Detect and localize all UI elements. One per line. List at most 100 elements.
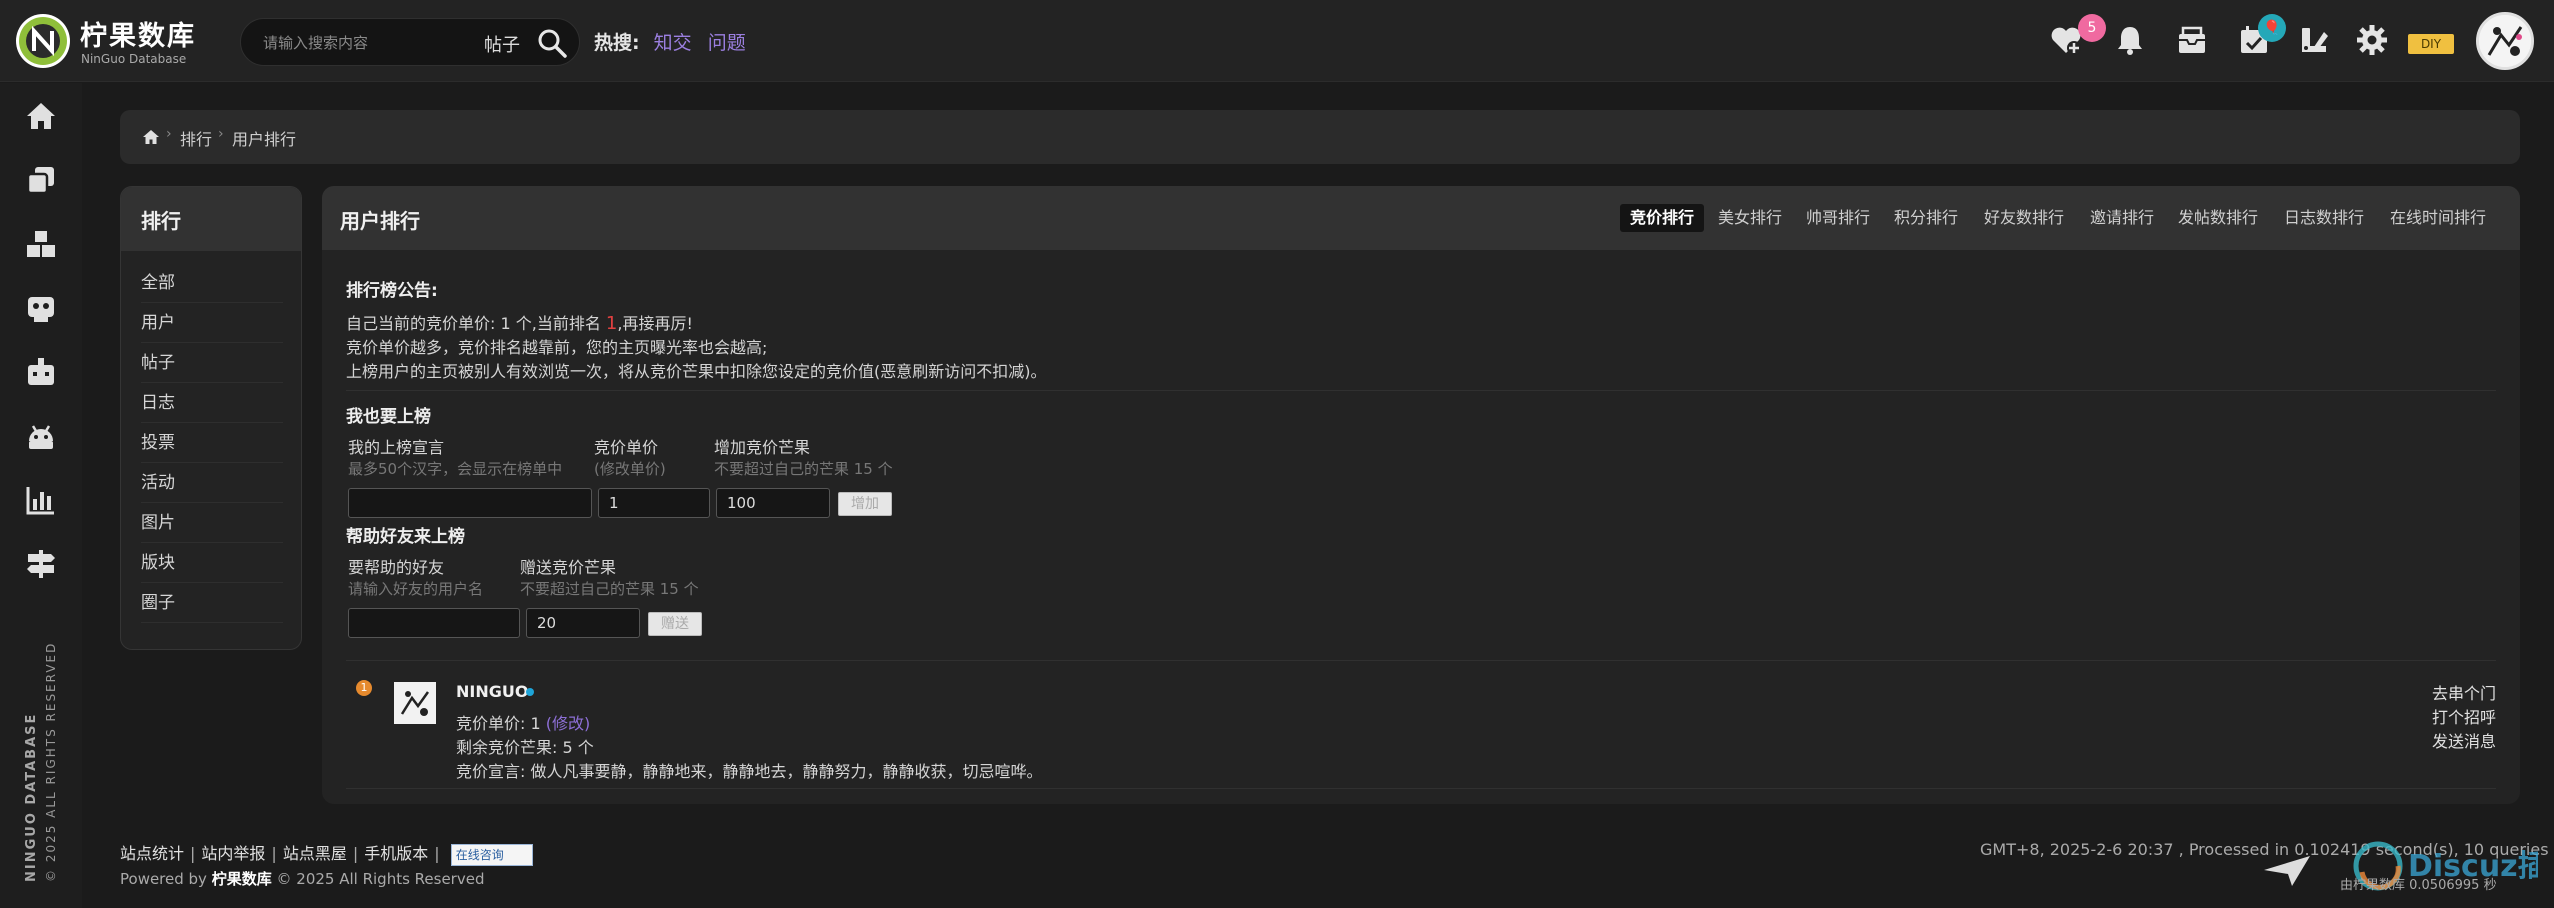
tab-blog-ranking[interactable]: 日志数排行: [2274, 204, 2374, 232]
gear-icon[interactable]: [2354, 22, 2390, 58]
tab-friends-ranking[interactable]: 好友数排行: [1974, 204, 2074, 232]
footer-links: 站点统计 | 站内举报 | 站点黑屋 | 手机版本 | 在线咨询: [120, 840, 533, 866]
category-item-activity[interactable]: 活动: [141, 463, 283, 503]
gift-button[interactable]: 赠送: [648, 612, 702, 636]
category-item-all[interactable]: 全部: [141, 263, 283, 303]
tab-bid-ranking[interactable]: 竞价排行: [1620, 204, 1705, 232]
notice-line-rank: 自己当前的竞价单价: 1 个,当前排名 1,再接再厉!: [346, 310, 693, 334]
visit-button[interactable]: 去串个门: [2432, 680, 2496, 704]
robot-face-icon[interactable]: [24, 291, 58, 325]
category-item-blog[interactable]: 日志: [141, 383, 283, 423]
gift-hint: 不要超过自己的芒果 15 个: [520, 580, 699, 598]
tab-beauty-ranking[interactable]: 美女排行: [1708, 204, 1792, 232]
hot-search-link[interactable]: 知交: [654, 32, 692, 54]
top-bar: 柠果数库 NinGuo Database 帖子 热搜: 知交 问题 5 🎈: [0, 0, 2554, 82]
diy-button[interactable]: DIY: [2408, 34, 2454, 54]
divider: [346, 788, 2496, 789]
footer-link-report[interactable]: 站内举报: [201, 844, 265, 863]
tab-handsome-ranking[interactable]: 帅哥排行: [1796, 204, 1880, 232]
friend-username-input[interactable]: [348, 608, 520, 638]
breadcrumb: › 排行 › 用户排行: [120, 110, 2520, 164]
bar-chart-icon[interactable]: [24, 483, 58, 517]
sidebar: [0, 83, 82, 908]
category-item-picture[interactable]: 图片: [141, 503, 283, 543]
divider: [346, 390, 2496, 391]
friend-label: 要帮助的好友: [348, 558, 445, 577]
panel-title: 排行: [121, 187, 301, 251]
category-item-poll[interactable]: 投票: [141, 423, 283, 463]
user-avatar[interactable]: [394, 682, 436, 724]
price-label: 竞价单价: [594, 438, 659, 457]
breadcrumb-item[interactable]: 用户排行: [232, 126, 296, 150]
vertical-brand: NINGUO DATABASE: [24, 712, 39, 882]
boxes-icon[interactable]: [24, 227, 58, 261]
price-input[interactable]: [598, 488, 710, 518]
breadcrumb-separator: ›: [166, 126, 172, 142]
powered-brand[interactable]: 柠果数库: [212, 870, 272, 888]
declaration-input[interactable]: [348, 488, 592, 518]
category-item-thread[interactable]: 帖子: [141, 343, 283, 383]
footer-link-blackroom[interactable]: 站点黑屋: [283, 844, 347, 863]
hot-search-link[interactable]: 问题: [708, 32, 746, 54]
tab-online-time-ranking[interactable]: 在线时间排行: [2380, 204, 2496, 232]
divider: [346, 660, 2496, 661]
join-title: 我也要上榜: [346, 407, 431, 427]
event-badge: 🎈: [2258, 14, 2286, 42]
android-icon[interactable]: [24, 419, 58, 453]
user-declaration: 竞价宣言: 做人凡事要静，静静地来，静静地去，静静努力，静静收获，切忌喧哗。: [456, 762, 1043, 781]
user-bid-price: 竞价单价: 1 (修改): [456, 710, 590, 734]
brand-subtitle: NinGuo Database: [81, 52, 187, 66]
friend-hint: 请输入好友的用户名: [348, 580, 484, 598]
price-hint: (修改单价): [594, 460, 666, 478]
search-bar: 帖子: [240, 18, 580, 66]
search-input[interactable]: [263, 31, 463, 55]
tab-post-ranking[interactable]: 发帖数排行: [2168, 204, 2268, 232]
vertical-copyright: © 2025 ALL RIGHTS RESERVED: [44, 641, 58, 882]
gift-mango-input[interactable]: [526, 608, 640, 638]
hot-search: 热搜: 知交 问题: [594, 28, 756, 55]
signpost-icon[interactable]: [24, 547, 58, 581]
search-type-select[interactable]: 帖子: [484, 31, 520, 57]
add-mango-input[interactable]: [716, 488, 830, 518]
category-item-user[interactable]: 用户: [141, 303, 283, 343]
home-icon[interactable]: [24, 99, 58, 133]
breadcrumb-separator: ›: [218, 126, 224, 142]
logo-icon[interactable]: [14, 12, 72, 70]
tab-credit-ranking[interactable]: 积分排行: [1884, 204, 1968, 232]
breadcrumb-item[interactable]: 排行: [180, 126, 212, 150]
category-item-forum[interactable]: 版块: [141, 543, 283, 583]
footer-link-mobile[interactable]: 手机版本: [364, 844, 428, 863]
rank-badge: 1: [356, 680, 372, 696]
hot-search-label: 热搜:: [594, 32, 640, 54]
home-icon[interactable]: [142, 128, 160, 146]
brand-name[interactable]: 柠果数库: [80, 14, 196, 53]
mailbox-icon[interactable]: [2174, 22, 2210, 58]
footer-link-stats[interactable]: 站点统计: [120, 844, 184, 863]
current-rank: 1: [605, 313, 618, 334]
help-title: 帮助好友来上榜: [346, 527, 465, 547]
add-label: 增加竞价芒果: [714, 438, 811, 457]
search-icon[interactable]: [537, 28, 567, 58]
avatar[interactable]: [2476, 12, 2534, 70]
tab-invite-ranking[interactable]: 邀请排行: [2080, 204, 2164, 232]
user-name[interactable]: NINGUO: [456, 682, 528, 701]
rank-category-panel: 排行 全部 用户 帖子 日志 投票 活动 图片 版块 圈子: [120, 186, 302, 650]
category-item-group[interactable]: 圈子: [141, 583, 283, 623]
add-button[interactable]: 增加: [838, 492, 892, 516]
bell-icon[interactable]: [2112, 22, 2148, 58]
user-remaining-mango: 剩余竞价芒果: 5 个: [456, 738, 594, 757]
game-icon[interactable]: [24, 355, 58, 389]
declare-hint: 最多50个汉字，会显示在榜单中: [348, 460, 563, 478]
panel-header: 用户排行 竞价排行 美女排行 帅哥排行 积分排行 好友数排行 邀请排行 发帖数排…: [322, 186, 2520, 250]
bid-price-text: 竞价单价: 1: [456, 714, 541, 733]
avatar-image: [2479, 15, 2531, 67]
powered-by: Powered by 柠果数库 © 2025 All Rights Reserv…: [120, 870, 485, 888]
brush-icon[interactable]: [2296, 22, 2332, 58]
copy-icon[interactable]: [24, 163, 58, 197]
edit-price-link[interactable]: (修改): [546, 714, 591, 733]
online-consult-button[interactable]: 在线咨询: [450, 843, 533, 866]
panel-title: 用户排行: [340, 209, 420, 233]
avatar-image: [394, 682, 436, 724]
poke-button[interactable]: 打个招呼: [2432, 704, 2496, 728]
send-message-button[interactable]: 发送消息: [2432, 728, 2496, 752]
